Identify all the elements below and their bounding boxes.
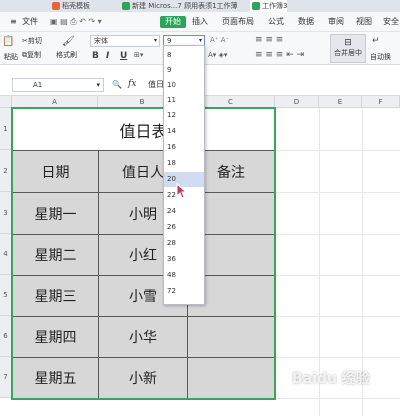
bold-button[interactable]: B (92, 51, 99, 61)
font-name-select[interactable]: 宋体 ▾ (90, 35, 160, 47)
gridline (275, 275, 400, 276)
row-header[interactable]: 5 (0, 275, 12, 316)
font-size-option[interactable]: 36 (164, 252, 204, 267)
gridline (275, 398, 400, 399)
menu-bar: ≡ 文件 ▣ ▤ ⎙ ↶ ↷ ▾ 开始 插入 页面布局 公式 数据 审阅 视图 … (0, 12, 400, 32)
wrap-icon: ↵ (372, 36, 380, 46)
gridline (275, 234, 400, 235)
table-cell[interactable]: 星期一 (12, 192, 99, 235)
font-size-option[interactable]: 28 (164, 236, 204, 251)
font-size-option[interactable]: 24 (164, 204, 204, 219)
font-size-option[interactable]: 11 (164, 93, 204, 108)
font-size-option[interactable]: 14 (164, 124, 204, 139)
template-icon (52, 2, 60, 10)
font-size-option[interactable]: 16 (164, 140, 204, 155)
font-size-option[interactable]: 72 (164, 284, 204, 299)
header-cell[interactable]: 日期 (12, 150, 99, 193)
menu-file[interactable]: 文件 (22, 16, 38, 28)
copy-button[interactable]: ⧉复制 (22, 50, 41, 60)
font-size-option[interactable]: 18 (164, 156, 204, 171)
menu-formula[interactable]: 公式 (268, 16, 284, 28)
column-header[interactable]: A (12, 96, 98, 108)
table-cell[interactable]: 小新 (98, 357, 188, 399)
row-header[interactable]: 6 (0, 316, 12, 357)
align-left-icons[interactable]: ≡ ≡ ≡ ⇤ ⇥ (255, 50, 304, 60)
gridline (275, 150, 400, 151)
font-size-option[interactable]: 48 (164, 268, 204, 283)
menu-security[interactable]: 安全 (383, 16, 399, 28)
table-cell[interactable]: 星期五 (12, 357, 99, 399)
font-size-option[interactable]: 10 (164, 78, 204, 93)
name-box[interactable]: A1 ▾ (12, 78, 104, 92)
table-cell[interactable]: 星期三 (12, 275, 99, 317)
menu-data[interactable]: 数据 (298, 16, 314, 28)
formula-input[interactable]: 值日 (148, 79, 164, 90)
gridline (275, 316, 400, 317)
menu-review[interactable]: 审阅 (328, 16, 344, 28)
format-painter-button[interactable]: 格式刷 (56, 50, 77, 60)
tab-bar: 稻壳模板 新建 Micros...7 顾用表须1工作薄 工作簿3 (0, 0, 400, 12)
table-cell[interactable]: 星期四 (12, 316, 99, 358)
paste-icon[interactable]: 📋 (2, 36, 14, 47)
chevron-down-icon: ▾ (153, 37, 157, 44)
underline-button[interactable]: U (120, 51, 127, 61)
row-header[interactable]: 3 (0, 192, 12, 234)
column-header[interactable]: D (275, 96, 319, 108)
menu-home[interactable]: 开始 (160, 16, 186, 28)
menu-page-layout[interactable]: 页面布局 (222, 16, 254, 28)
table-cell[interactable]: 星期二 (12, 234, 99, 276)
title-cell[interactable]: 值日表 (12, 108, 275, 151)
font-size-option[interactable]: 26 (164, 220, 204, 235)
brush-icon: 🖌 (62, 36, 75, 47)
select-all-corner[interactable] (0, 96, 12, 108)
row-header[interactable]: 1 (0, 108, 12, 150)
sheet-icon (122, 2, 130, 10)
gridline (275, 357, 400, 358)
tab-template[interactable]: 稻壳模板 (50, 0, 90, 12)
merge-icon: ⊟ (344, 38, 352, 48)
font-size-option[interactable]: 8 (164, 48, 204, 63)
table-cell[interactable] (187, 316, 275, 358)
gridline (275, 192, 400, 193)
italic-button[interactable]: I (106, 51, 109, 61)
mouse-cursor-icon (176, 183, 188, 199)
column-header[interactable]: E (319, 96, 362, 108)
row-header[interactable]: 7 (0, 357, 12, 398)
column-header[interactable]: F (362, 96, 400, 108)
align-top-icons[interactable]: ≡ ≡ ≡ (255, 35, 283, 45)
font-size-dropdown[interactable]: 8 9 10 11 12 14 16 18 20 22 24 26 28 36 … (163, 45, 205, 305)
sheet-icon (252, 2, 260, 10)
table-cell[interactable] (187, 357, 275, 399)
tab-workbook-1[interactable]: 新建 Micros...7 顾用表须1工作薄 (120, 0, 238, 12)
row-header[interactable]: 2 (0, 150, 12, 192)
chevron-down-icon: ▾ (96, 81, 100, 89)
menu-view[interactable]: 视图 (356, 16, 372, 28)
font-size-option[interactable]: 9 (164, 63, 204, 78)
zoom-icon[interactable]: 🔍 (112, 80, 122, 89)
table-cell[interactable]: 小华 (98, 316, 188, 358)
function-icon[interactable]: fx (128, 79, 136, 89)
tab-workbook-3[interactable]: 工作簿3 (250, 0, 288, 12)
cut-button[interactable]: ✂剪切 (22, 36, 42, 46)
font-grow-shrink-icons[interactable]: A⁺ A⁻ (210, 36, 229, 44)
paste-button[interactable]: 粘贴 (4, 52, 18, 62)
menu-insert[interactable]: 插入 (192, 16, 208, 28)
auto-wrap-button[interactable]: 自动换 (370, 52, 391, 62)
merge-center-button[interactable]: ⊟ 合并居中 (330, 34, 366, 63)
border-icon[interactable]: ⊞▾ (134, 51, 143, 59)
font-size-option[interactable]: 12 (164, 108, 204, 123)
quick-access-icons[interactable]: ▣ ▤ ⎙ ↶ ↷ ▾ (50, 16, 102, 28)
hamburger-icon[interactable]: ≡ (10, 16, 17, 28)
row-header[interactable]: 4 (0, 234, 12, 275)
font-color-icon[interactable]: A▾ ◈▾ (208, 51, 227, 59)
watermark: Baidu 经验 (292, 371, 370, 387)
